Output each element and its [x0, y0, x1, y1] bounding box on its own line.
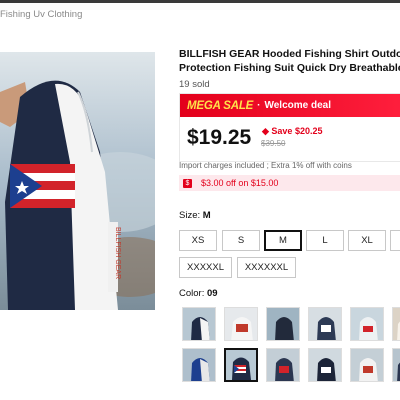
coupon-icon: $ [183, 178, 192, 188]
product-main-image[interactable]: BILLFISH GEAR [0, 52, 155, 310]
swatch-thumbnail [225, 308, 257, 340]
color-swatches [182, 307, 400, 397]
size-option-xxxxxl[interactable]: XXXXXL [179, 257, 232, 278]
product-title-line-2: Protection Fishing Suit Quick Dry Breath… [179, 61, 400, 74]
swatch-thumbnail [183, 308, 215, 340]
swatch-thumbnail [267, 349, 299, 381]
coupon-banner[interactable]: $ $3.00 off on $15.00 [179, 175, 400, 191]
swatch-thumbnail [183, 349, 215, 381]
current-price: $19.25 [187, 126, 252, 149]
coupon-text: $3.00 off on $15.00 [201, 178, 279, 188]
swatch-thumbnail [309, 308, 341, 340]
product-photo-hooded-shirt: BILLFISH GEAR [0, 52, 155, 310]
size-label-text: Size: [179, 210, 201, 221]
product-title: BILLFISH GEAR Hooded Fishing Shirt Outdo… [179, 48, 400, 75]
swatch-thumbnail [351, 308, 383, 340]
svg-text:BILLFISH GEAR: BILLFISH GEAR [114, 227, 121, 279]
size-option-l[interactable]: L [306, 230, 344, 251]
save-text: Save $20.25 [271, 126, 323, 136]
swatch-thumbnail [267, 308, 299, 340]
swatch-thumbnail [351, 349, 383, 381]
color-swatch-selected[interactable] [224, 348, 258, 382]
color-selected-value: 09 [206, 288, 218, 299]
price-row: $19.25 ◆ Save $20.25 $39.50 [180, 117, 400, 161]
original-price: $39.50 [261, 139, 286, 148]
size-option-xs[interactable]: XS [179, 230, 217, 251]
product-title-line-1: BILLFISH GEAR Hooded Fishing Shirt Outdo… [179, 48, 400, 60]
swatch-thumbnail [226, 350, 256, 380]
mega-sale-banner: MEGA SALE · Welcome deal [180, 94, 400, 117]
save-amount: ◆ Save $20.25 [262, 126, 322, 137]
color-swatch-7[interactable] [182, 348, 216, 382]
color-swatch-3[interactable] [266, 307, 300, 341]
color-label-text: Color: [179, 288, 205, 299]
color-swatch-6[interactable] [392, 307, 400, 341]
swatch-thumbnail [393, 308, 400, 340]
color-label: Color: 09 [179, 288, 218, 299]
color-swatch-4[interactable] [308, 307, 342, 341]
size-option-m[interactable]: M [264, 230, 302, 251]
color-swatch-1[interactable] [182, 307, 216, 341]
welcome-deal-label: Welcome deal [264, 100, 331, 111]
size-options: XS S M L XL XXXXXL XXXXXXL [179, 230, 400, 290]
price-box: MEGA SALE · Welcome deal $19.25 ◆ Save $… [179, 93, 400, 162]
breadcrumb[interactable]: Fishing Uv Clothing [0, 9, 82, 20]
color-swatch-11[interactable] [350, 348, 384, 382]
size-option-xxxxxxl[interactable]: XXXXXXL [237, 257, 296, 278]
size-option-s[interactable]: S [222, 230, 260, 251]
color-swatch-9[interactable] [266, 348, 300, 382]
color-swatch-5[interactable] [350, 307, 384, 341]
color-swatch-10[interactable] [308, 348, 342, 382]
size-option-partial[interactable] [390, 230, 400, 251]
size-label: Size: M [179, 210, 211, 221]
color-swatch-2[interactable] [224, 307, 258, 341]
mega-sale-label: MEGA SALE [187, 99, 254, 112]
import-charges-note: Import charges included ; Extra 1% off w… [179, 161, 352, 170]
tag-icon: ◆ [262, 126, 272, 136]
product-info-panel: BILLFISH GEAR Hooded Fishing Shirt Outdo… [179, 48, 400, 382]
size-selected-value: M [202, 210, 211, 221]
color-swatch-12[interactable] [392, 348, 400, 382]
sold-count: 19 sold [179, 79, 210, 90]
deal-separator: · [257, 100, 261, 111]
swatch-thumbnail [309, 349, 341, 381]
size-option-xl[interactable]: XL [348, 230, 386, 251]
window-top-border [0, 0, 400, 3]
swatch-thumbnail [393, 349, 400, 381]
